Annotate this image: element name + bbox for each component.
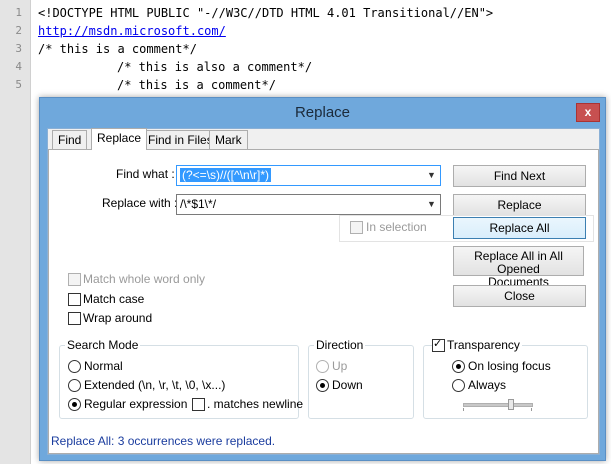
up-label: Up (332, 359, 348, 373)
code-text: /* this is a comment*/ (117, 78, 276, 92)
tab-find-in-files[interactable]: Find in Files (142, 130, 219, 149)
replace-all-opened-button[interactable]: Replace All in All Opened Documents (453, 246, 584, 289)
match-case-label: Match case (83, 292, 145, 306)
replace-with-label: Replace with : (102, 196, 178, 210)
line-number: 2 (15, 24, 22, 37)
transparency-title: Transparency (445, 338, 522, 352)
transparency-slider-track[interactable] (463, 403, 533, 407)
on-losing-focus-label: On losing focus (468, 359, 551, 373)
line-number: 4 (15, 60, 22, 73)
replace-with-value: /\*$1\*/ (180, 197, 217, 211)
dialog-title: Replace (294, 104, 351, 121)
dialog-client-area: Find Replace Find in Files Mark Find wha… (47, 128, 600, 455)
transparency-checkbox[interactable] (432, 337, 445, 352)
find-what-combo[interactable]: (?<=\s)//([^\n\r]*) ▼ (176, 165, 441, 186)
normal-label: Normal (84, 359, 123, 373)
find-next-button[interactable]: Find Next (453, 165, 586, 187)
chevron-down-icon[interactable]: ▼ (424, 196, 439, 213)
dialog-titlebar[interactable]: Replace x (40, 98, 605, 128)
matches-newline-checkbox[interactable] (192, 398, 205, 411)
code-line-5[interactable]: 5 /* this is a comment*/ (0, 76, 611, 94)
code-line-3[interactable]: 3 /* this is a comment*/ (0, 40, 611, 58)
code-line-4[interactable]: 4 /* this is also a comment*/ (0, 58, 611, 76)
slider-tick (531, 408, 532, 411)
direction-title: Direction (314, 338, 366, 352)
regular-expression-radio[interactable] (68, 398, 81, 411)
replace-all-button[interactable]: Replace All (453, 217, 586, 239)
line-number: 5 (15, 78, 22, 91)
tab-mark[interactable]: Mark (209, 130, 248, 149)
code-text: <!DOCTYPE HTML PUBLIC "-//W3C//DTD HTML … (38, 6, 494, 20)
always-radio[interactable] (452, 379, 465, 392)
replace-with-combo[interactable]: /\*$1\*/ ▼ (176, 194, 441, 215)
always-label: Always (468, 378, 507, 392)
up-radio[interactable] (316, 360, 329, 373)
match-case-checkbox[interactable] (68, 293, 81, 306)
extended-label: Extended (\n, \r, \t, \0, \x...) (84, 378, 226, 392)
code-line-1[interactable]: 1 <!DOCTYPE HTML PUBLIC "-//W3C//DTD HTM… (0, 4, 611, 22)
extended-radio[interactable] (68, 379, 81, 392)
close-button[interactable]: Close (453, 285, 586, 307)
tab-find[interactable]: Find (52, 130, 88, 149)
slider-tick (463, 408, 464, 411)
code-line-2[interactable]: 2 http://msdn.microsoft.com/ (0, 22, 611, 40)
code-text: /* this is also a comment*/ (117, 60, 313, 74)
code-url-link[interactable]: http://msdn.microsoft.com/ (38, 22, 226, 40)
code-text: /* this is a comment*/ (38, 42, 197, 56)
regular-expression-label: Regular expression (84, 397, 188, 411)
down-label: Down (332, 378, 363, 392)
find-what-label: Find what : (116, 167, 175, 181)
match-whole-word-checkbox[interactable] (68, 273, 81, 286)
matches-newline-label: . matches newline (207, 397, 304, 411)
replace-button[interactable]: Replace (453, 194, 586, 216)
line-number: 3 (15, 42, 22, 55)
replace-tab-panel: Find what : (?<=\s)//([^\n\r]*) ▼ Replac… (48, 149, 599, 454)
transparency-slider-thumb[interactable] (508, 399, 514, 410)
replace-all-opened-line1: Replace All in All Opened (474, 249, 563, 276)
chevron-down-icon[interactable]: ▼ (424, 167, 439, 184)
tab-replace[interactable]: Replace (91, 128, 148, 150)
status-message: Replace All: 3 occurrences were replaced… (51, 434, 276, 448)
in-selection-label: In selection (366, 220, 427, 234)
in-selection-checkbox[interactable] (350, 221, 363, 234)
line-number: 1 (15, 6, 22, 19)
find-what-value: (?<=\s)//([^\n\r]*) (180, 168, 271, 182)
close-icon[interactable]: x (576, 103, 600, 122)
wrap-around-checkbox[interactable] (68, 312, 81, 325)
normal-radio[interactable] (68, 360, 81, 373)
down-radio[interactable] (316, 379, 329, 392)
search-mode-title: Search Mode (65, 338, 141, 352)
on-losing-focus-radio[interactable] (452, 360, 465, 373)
replace-dialog: Replace x Find Replace Find in Files Mar… (39, 97, 606, 461)
wrap-around-label: Wrap around (83, 311, 153, 325)
match-whole-word-label: Match whole word only (83, 272, 206, 286)
